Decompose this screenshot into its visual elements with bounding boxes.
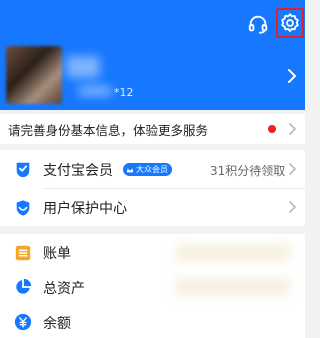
total-assets-label: 总资产 xyxy=(43,281,85,297)
list-item-balance[interactable]: 余额 xyxy=(0,306,305,338)
chevron-right-icon xyxy=(289,201,296,213)
member-label: 支付宝会员 xyxy=(43,163,113,179)
identity-notice-bar[interactable]: 请完善身份基本信息，体验更多服务 xyxy=(0,114,305,144)
bill-icon xyxy=(15,245,31,261)
chevron-right-icon[interactable] xyxy=(285,68,299,84)
blurred-bill-info xyxy=(175,244,290,262)
member-level-badge: 大众会员 xyxy=(123,163,172,176)
profile-header: *12 xyxy=(0,0,305,110)
avatar[interactable] xyxy=(6,46,62,104)
list-item-total-assets[interactable]: 总资产 xyxy=(0,270,305,304)
chevron-right-icon xyxy=(289,123,296,135)
notice-text: 请完善身份基本信息，体验更多服务 xyxy=(8,122,209,138)
points-pending: 31积分待领取 xyxy=(210,164,286,178)
red-dot-badge xyxy=(268,125,276,133)
yuan-icon xyxy=(14,313,32,331)
blurred-account xyxy=(78,86,112,96)
member-check-icon xyxy=(16,162,30,178)
blurred-assets-info xyxy=(175,278,290,296)
finance-card: 账单 总资产 余额 xyxy=(0,234,305,338)
bill-label: 账单 xyxy=(43,246,71,262)
list-item-bill[interactable]: 账单 xyxy=(0,234,305,270)
account-suffix: *12 xyxy=(114,86,134,99)
user-protection-label: 用户保护中心 xyxy=(43,201,127,217)
shield-icon xyxy=(16,200,30,216)
gear-icon[interactable] xyxy=(276,8,304,38)
balance-label: 余额 xyxy=(43,316,71,332)
chevron-right-icon xyxy=(289,163,296,175)
member-level-text: 大众会员 xyxy=(136,165,168,174)
headset-icon[interactable] xyxy=(244,10,272,38)
list-item-user-protection[interactable]: 用户保护中心 xyxy=(0,189,305,226)
membership-card: 支付宝会员 大众会员 31积分待领取 用户保护中心 xyxy=(0,150,305,226)
blurred-username xyxy=(66,56,100,78)
pie-chart-icon xyxy=(16,278,32,294)
list-item-member[interactable]: 支付宝会员 大众会员 31积分待领取 xyxy=(0,150,305,188)
crown-icon xyxy=(126,167,134,172)
